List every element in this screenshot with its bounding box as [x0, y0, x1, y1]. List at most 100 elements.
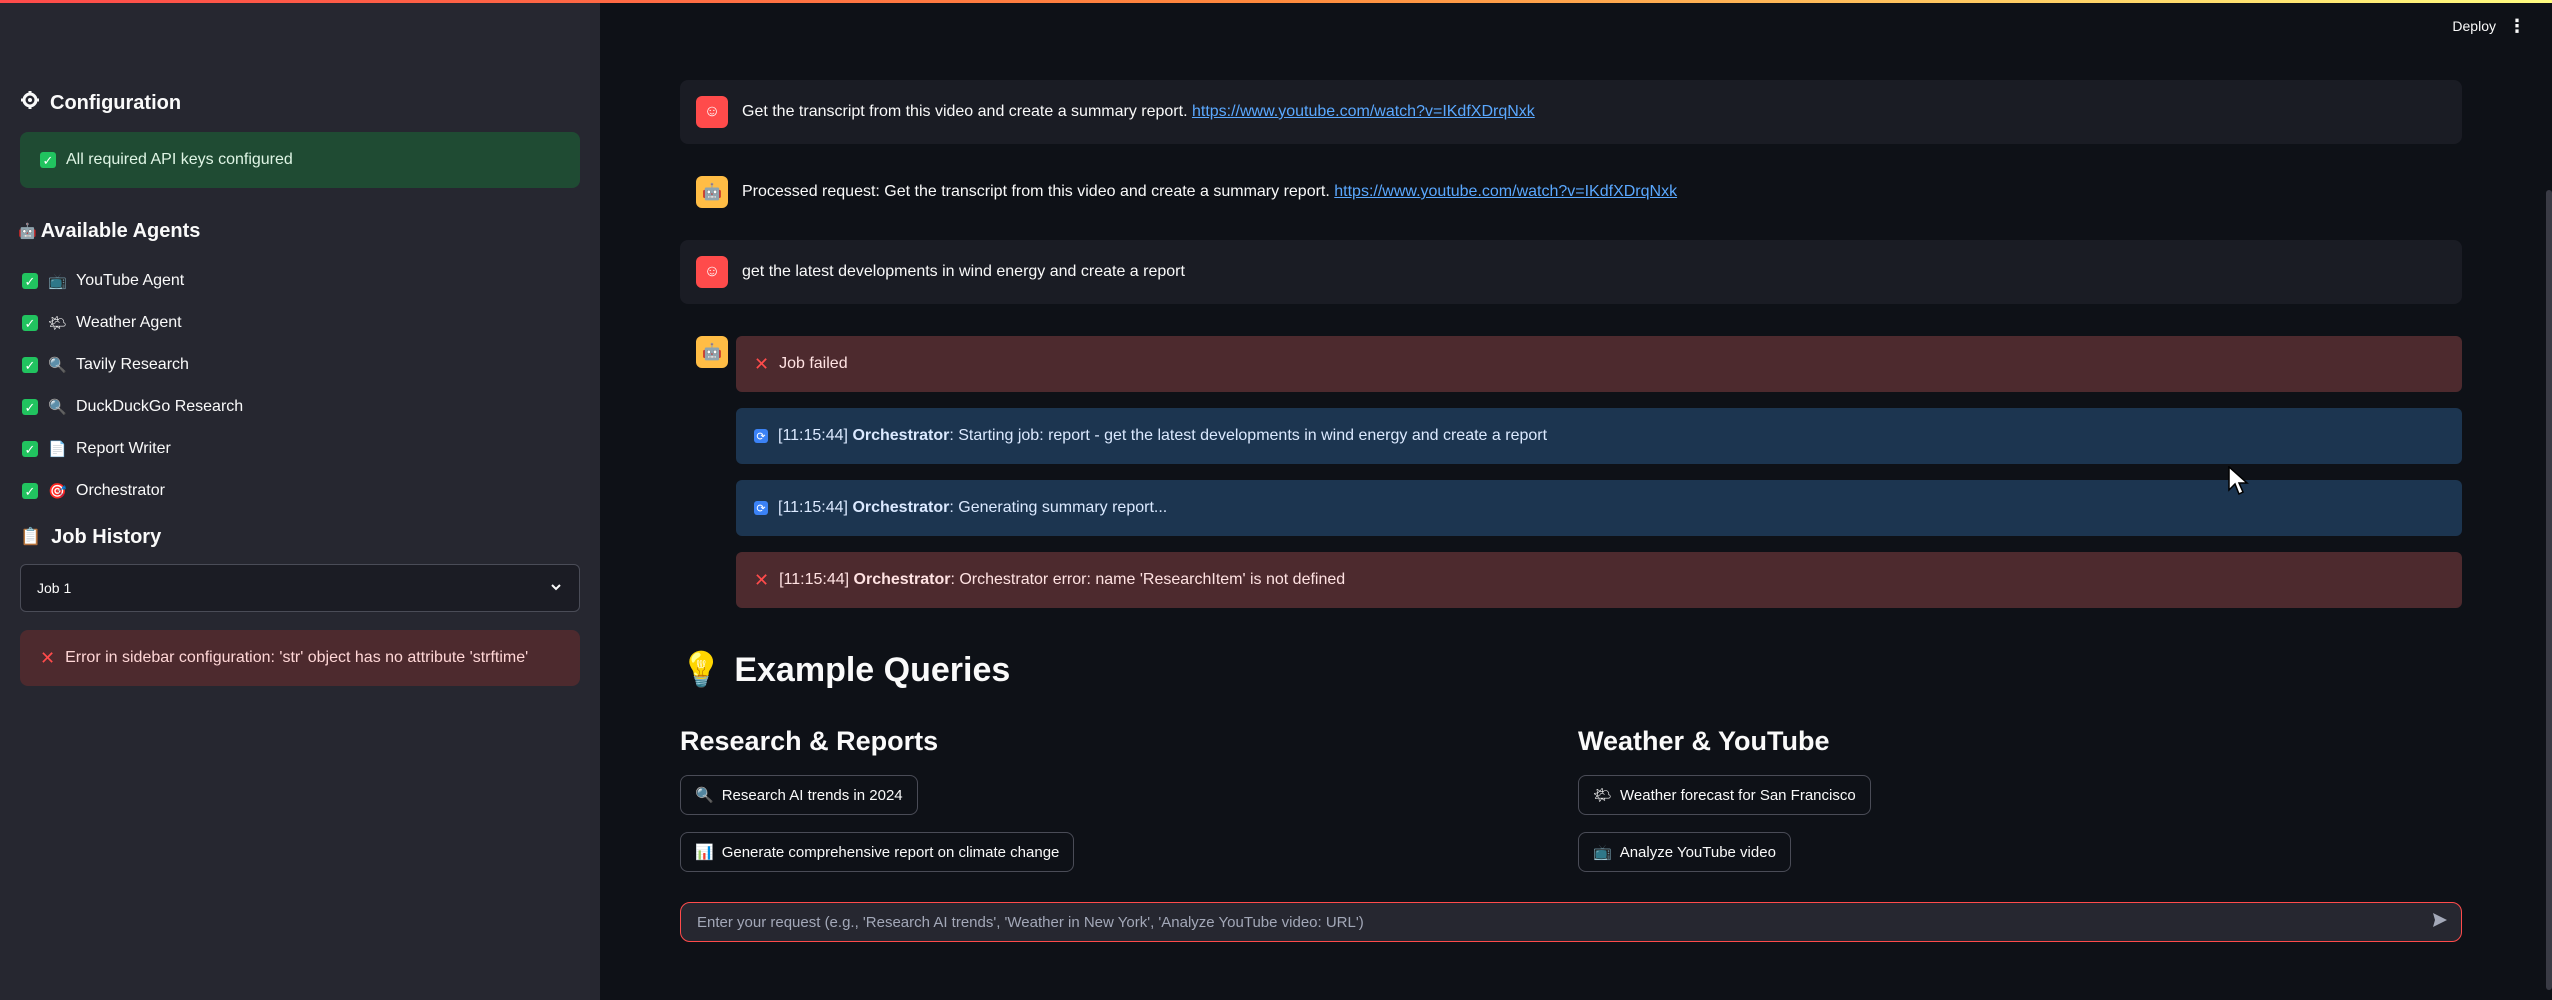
sidebar-error-text: Error in sidebar configuration: 'str' ob…: [65, 649, 529, 666]
chat-message-user: ☺ Get the transcript from this video and…: [680, 80, 2462, 144]
log-text: : Orchestrator error: name 'ResearchItem…: [950, 571, 1346, 588]
error-x-icon: ✕: [754, 569, 770, 590]
log-entry-error: ✕ [11:15:44] Orchestrator: Orchestrator …: [736, 552, 2462, 608]
message-text: Get the transcript from this video and c…: [742, 103, 1192, 120]
youtube-link[interactable]: https://www.youtube.com/watch?v=IKdfXDrq…: [1334, 183, 1677, 200]
job-history-heading: 📋 Job History: [20, 522, 161, 552]
weather-youtube-heading: Weather & YouTube: [1578, 726, 1830, 756]
example-youtube-button[interactable]: 📺 Analyze YouTube video: [1578, 832, 1791, 872]
agent-label: Orchestrator: [76, 482, 165, 499]
log-text: : Starting job: report - get the latest …: [949, 427, 1548, 444]
lightbulb-icon: 💡: [680, 651, 723, 689]
checkmark-icon: ✓: [22, 441, 38, 457]
user-avatar-icon: ☺: [696, 256, 728, 288]
robot-icon: 🤖: [18, 223, 37, 240]
api-keys-status-text: All required API keys configured: [66, 151, 293, 168]
message-text: Processed request: Get the transcript fr…: [742, 183, 1335, 200]
sidebar-error-alert: ✕ Error in sidebar configuration: 'str' …: [20, 630, 580, 686]
error-x-icon: ✕: [40, 647, 56, 668]
job-select[interactable]: Job 1: [20, 564, 580, 612]
example-weather-button[interactable]: 🌤 Weather forecast for San Francisco: [1578, 775, 1871, 815]
available-agents-title: Available Agents: [40, 219, 201, 242]
target-icon: 🎯: [48, 483, 67, 500]
agent-label: Weather Agent: [76, 314, 182, 331]
configuration-heading: Configuration: [20, 88, 181, 118]
error-x-icon: ✕: [754, 353, 770, 374]
assistant-avatar-icon: 🤖: [696, 176, 728, 208]
log-time: [11:15:44]: [778, 427, 848, 444]
magnifier-icon: 🔍: [48, 357, 67, 374]
checkmark-icon: ✓: [22, 357, 38, 373]
chat-message-user: ☺ get the latest developments in wind en…: [680, 240, 2462, 304]
log-time: [11:15:44]: [779, 571, 850, 588]
magnifier-icon: 🔍: [48, 399, 67, 416]
agent-item-tavily: ✓ 🔍 Tavily Research: [22, 344, 582, 386]
job-status-text: Job failed: [779, 355, 848, 372]
sidebar: Configuration ✓ All required API keys co…: [0, 0, 600, 1000]
chevron-down-icon: [549, 580, 563, 597]
checkmark-icon: ✓: [22, 273, 38, 289]
button-label: Weather forecast for San Francisco: [1620, 786, 1856, 804]
deploy-button[interactable]: Deploy: [2452, 18, 2496, 34]
example-queries-heading: 💡 Example Queries: [680, 650, 1010, 690]
sync-icon: ⟳: [754, 501, 768, 515]
clipboard-icon: 📋: [20, 527, 42, 546]
agent-item-orchestrator: ✓ 🎯 Orchestrator: [22, 470, 582, 512]
button-label: Research AI trends in 2024: [721, 786, 903, 804]
available-agents-heading: 🤖 Available Agents: [18, 216, 200, 246]
mouse-cursor-icon: [2228, 465, 2250, 501]
tv-icon: 📺: [1593, 844, 1612, 861]
send-icon[interactable]: [2431, 911, 2449, 934]
more-menu-icon[interactable]: ⋮: [2508, 16, 2526, 37]
agent-label: Tavily Research: [76, 356, 189, 373]
log-entry: ⟳ [11:15:44] Orchestrator: Generating su…: [736, 480, 2462, 536]
assistant-avatar-icon: 🤖: [696, 336, 728, 368]
main-area: Deploy ⋮ ☺ Get the transcript from this …: [600, 0, 2552, 1000]
agent-item-weather: ✓ 🌤 Weather Agent: [22, 302, 582, 344]
log-agent: Orchestrator: [852, 499, 950, 516]
agent-label: Report Writer: [76, 440, 171, 457]
agent-item-youtube: ✓ 📺 YouTube Agent: [22, 260, 582, 302]
research-reports-heading: Research & Reports: [680, 726, 939, 756]
button-label: Analyze YouTube video: [1619, 843, 1776, 861]
example-queries-title: Example Queries: [734, 650, 1011, 689]
log-text: : Generating summary report...: [949, 499, 1168, 516]
button-label: Generate comprehensive report on climate…: [721, 843, 1060, 861]
log-agent: Orchestrator: [853, 571, 951, 588]
agent-item-duckduckgo: ✓ 🔍 DuckDuckGo Research: [22, 386, 582, 428]
sun-cloud-icon: 🌤: [48, 315, 68, 332]
message-text: get the latest developments in wind ener…: [742, 263, 1185, 280]
checkmark-icon: ✓: [40, 152, 56, 168]
gear-icon: [20, 90, 40, 116]
scrollbar[interactable]: [2546, 190, 2552, 990]
job-select-value: Job 1: [37, 580, 72, 596]
api-keys-status: ✓ All required API keys configured: [20, 132, 580, 188]
checkmark-icon: ✓: [22, 315, 38, 331]
configuration-title: Configuration: [50, 91, 182, 114]
example-climate-report-button[interactable]: 📊 Generate comprehensive report on clima…: [680, 832, 1075, 872]
job-history-title: Job History: [51, 525, 162, 548]
bar-chart-icon: 📊: [695, 844, 714, 861]
chat-message-assistant: 🤖 Processed request: Get the transcript …: [680, 160, 2462, 224]
agent-label: YouTube Agent: [76, 272, 185, 289]
top-accent-bar: [0, 0, 2552, 3]
document-icon: 📄: [48, 441, 67, 458]
example-research-ai-button[interactable]: 🔍 Research AI trends in 2024: [680, 775, 918, 815]
log-entry: ⟳ [11:15:44] Orchestrator: Starting job:…: [736, 408, 2462, 464]
agent-list: ✓ 📺 YouTube Agent ✓ 🌤 Weather Agent ✓ 🔍 …: [22, 260, 582, 512]
checkmark-icon: ✓: [22, 399, 38, 415]
log-time: [11:15:44]: [778, 499, 848, 516]
sun-cloud-icon: 🌤: [1593, 787, 1613, 804]
sync-icon: ⟳: [754, 429, 768, 443]
chat-input[interactable]: Enter your request (e.g., 'Research AI t…: [680, 902, 2462, 942]
agent-item-report-writer: ✓ 📄 Report Writer: [22, 428, 582, 470]
chat-input-placeholder: Enter your request (e.g., 'Research AI t…: [697, 913, 1364, 931]
job-failed-alert: ✕ Job failed: [736, 336, 2462, 392]
agent-label: DuckDuckGo Research: [76, 398, 244, 415]
checkmark-icon: ✓: [22, 483, 38, 499]
tv-icon: 📺: [48, 273, 67, 290]
log-agent: Orchestrator: [852, 427, 950, 444]
user-avatar-icon: ☺: [696, 96, 728, 128]
youtube-link[interactable]: https://www.youtube.com/watch?v=IKdfXDrq…: [1192, 103, 1535, 120]
magnifier-icon: 🔍: [695, 787, 714, 804]
